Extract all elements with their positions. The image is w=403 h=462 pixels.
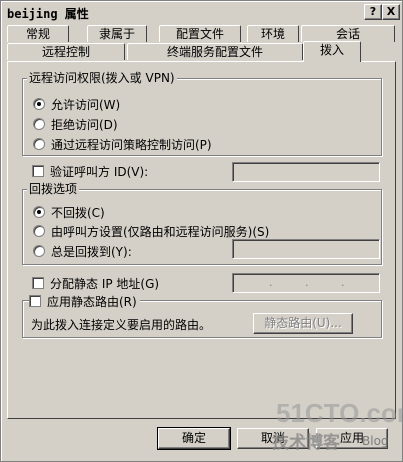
static-ip-label: 分配静态 IP 地址(G) (50, 276, 160, 291)
radio-policy-access-indicator[interactable] (33, 138, 45, 150)
tab-terminal-services-profile[interactable]: 终端服务配置文件 (127, 43, 303, 60)
callback-group-label: 回拨选项 (27, 182, 80, 196)
radio-always-callback[interactable]: 总是回拨到(Y): (33, 244, 132, 259)
callback-group: 回拨选项 不回拨(C) 由呼叫方设置(仅路由和远程访问服务)(S) 总是回拨到(… (22, 182, 382, 265)
radio-no-callback-indicator[interactable] (33, 206, 45, 218)
verify-caller-checkbox[interactable]: 验证呼叫方 ID(V): (32, 164, 149, 179)
radio-allow-access-label: 允许访问(W) (51, 97, 121, 112)
radio-allow-access-indicator[interactable] (33, 98, 45, 110)
title-bar: beijing 属性 ? X (3, 3, 400, 21)
static-routes-checkbox[interactable]: 应用静态路由(R) (29, 294, 140, 309)
ip-separator-1: . (269, 276, 273, 289)
tab-remote-control[interactable]: 远程控制 (7, 43, 125, 60)
verify-caller-check-box[interactable] (32, 165, 44, 177)
radio-caller-set[interactable]: 由呼叫方设置(仅路由和远程访问服务)(S) (33, 224, 270, 239)
ip-separator-2: . (305, 276, 309, 289)
radio-policy-access[interactable]: 通过远程访问策略控制访问(P) (33, 137, 212, 152)
radio-deny-access[interactable]: 拒绝访问(D) (33, 117, 118, 132)
radio-allow-access[interactable]: 允许访问(W) (33, 97, 121, 112)
radio-always-callback-indicator[interactable] (33, 245, 45, 257)
tab-general[interactable]: 常规 (7, 25, 69, 42)
tab-dial-in[interactable]: 拨入 (303, 41, 361, 62)
static-ip-checkbox[interactable]: 分配静态 IP 地址(G) (32, 276, 160, 291)
close-button[interactable]: X (382, 4, 400, 20)
window-title: beijing 属性 (7, 7, 89, 21)
radio-deny-access-indicator[interactable] (33, 118, 45, 130)
radio-caller-set-label: 由呼叫方设置(仅路由和远程访问服务)(S) (51, 224, 270, 239)
callback-number-input[interactable] (232, 239, 380, 259)
radio-caller-set-indicator[interactable] (33, 225, 45, 237)
radio-no-callback[interactable]: 不回拨(C) (33, 205, 105, 220)
ok-button[interactable]: 确定 (157, 427, 231, 450)
static-routes-description: 为此拨入连接定义要启用的路由。 (31, 317, 212, 332)
tab-profile[interactable]: 配置文件 (159, 25, 241, 42)
properties-dialog: beijing 属性 ? X 常规 隶属于 配置文件 环境 会话 远程控制 终端… (0, 0, 403, 462)
static-routes-button[interactable]: 静态路由(U)... (253, 313, 353, 334)
radio-always-callback-label: 总是回拨到(Y): (51, 244, 132, 259)
static-routes-label: 应用静态路由(R) (47, 294, 137, 309)
help-button[interactable]: ? (364, 4, 382, 20)
tab-sessions[interactable]: 会话 (301, 25, 395, 42)
dial-in-panel: 远程访问权限(拨入或 VPN) 允许访问(W) 拒绝访问(D) 通过远程访问策略… (7, 61, 396, 419)
verify-caller-label: 验证呼叫方 ID(V): (50, 164, 149, 179)
watermark-blog-cn: 技术博客 (272, 433, 340, 453)
radio-deny-access-label: 拒绝访问(D) (51, 117, 118, 132)
static-ip-check-box[interactable] (32, 277, 44, 289)
watermark-blog-en: Blog (362, 434, 389, 448)
tab-environment[interactable]: 环境 (247, 25, 299, 42)
static-ip-input[interactable]: . . . (232, 273, 380, 293)
radio-policy-access-label: 通过远程访问策略控制访问(P) (51, 137, 212, 152)
radio-no-callback-label: 不回拨(C) (51, 205, 105, 220)
tab-member-of[interactable]: 隶属于 (87, 25, 147, 42)
verify-caller-input[interactable] (232, 162, 380, 182)
ip-separator-3: . (341, 276, 345, 289)
static-routes-check-box[interactable] (29, 295, 41, 307)
static-routes-group: 应用静态路由(R) 为此拨入连接定义要启用的路由。 静态路由(U)... (22, 294, 382, 338)
watermark-site: 51CTO.com (276, 398, 403, 428)
remote-access-group-label: 远程访问权限(拨入或 VPN) (27, 71, 177, 85)
remote-access-group: 远程访问权限(拨入或 VPN) 允许访问(W) 拒绝访问(D) 通过远程访问策略… (22, 71, 382, 156)
